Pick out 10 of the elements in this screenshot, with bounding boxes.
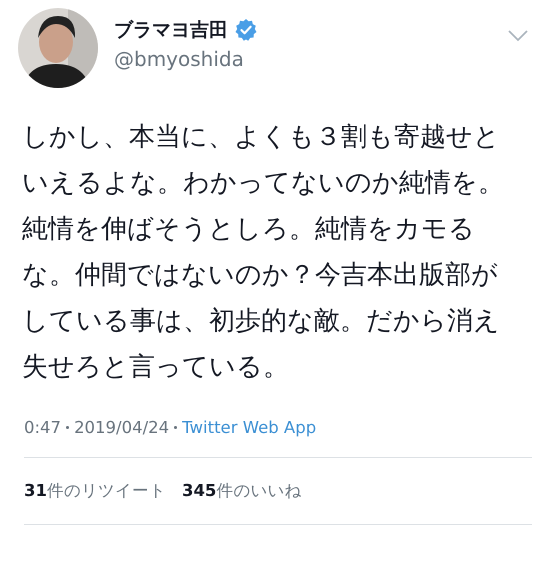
tweet-text: しかし、本当に、よくも３割も寄越せといえるよな。わかってないのか純情を。純情を伸ばそうとしろ。純情をカモるな。仲間ではないのか？今吉本出版部がしている事は、初歩的な敵。だから消え失せろと言っている。 [22, 121, 505, 384]
chevron-down-icon[interactable] [508, 30, 528, 42]
separator-dot-icon [66, 426, 70, 429]
separator-dot-icon [174, 426, 178, 429]
stat-count[interactable]: 345件のいいね [182, 480, 302, 502]
tweet-date: 2019/04/24 [74, 418, 170, 437]
stat-count[interactable]: 31件のリツイート [24, 480, 166, 502]
user-handle[interactable]: @bmyoshida [114, 47, 492, 71]
tweet-time: 0:47 [24, 418, 62, 437]
user-name[interactable]: ブラマヨ吉田 [114, 17, 228, 43]
